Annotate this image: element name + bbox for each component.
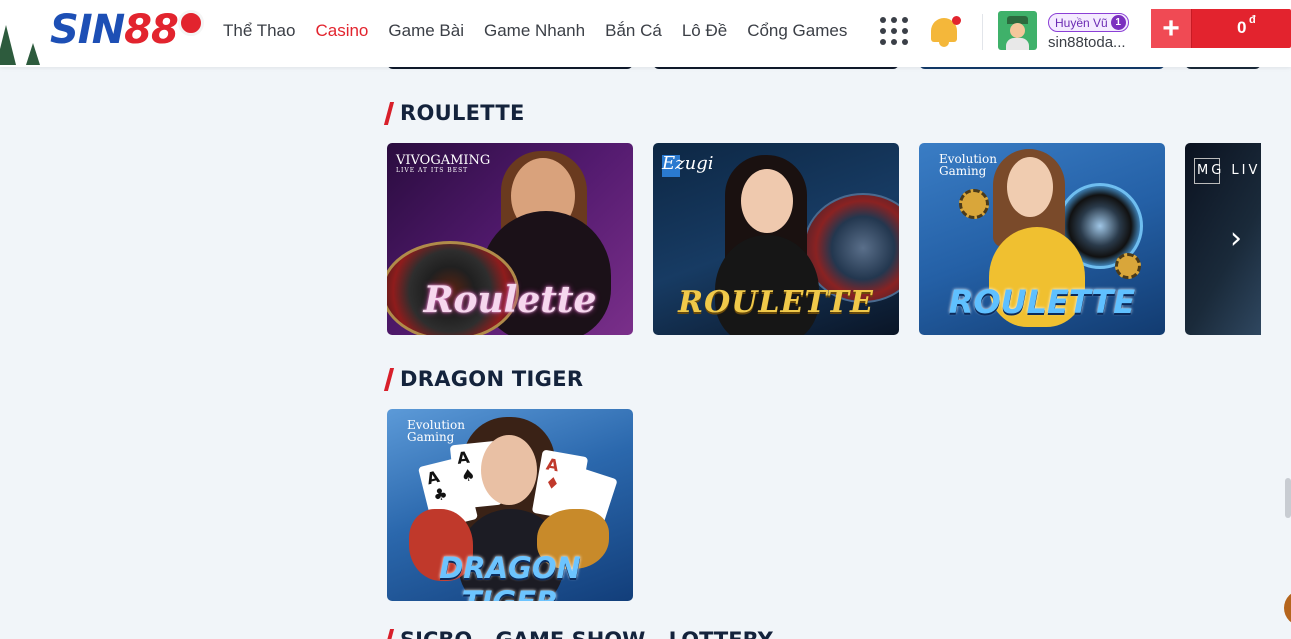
section-title-sicbo: SICBO - GAME SHOW - LOTTERY xyxy=(383,628,773,639)
nav-game-nhanh[interactable]: Game Nhanh xyxy=(484,21,585,41)
santa-icon xyxy=(178,10,204,36)
game-card-evolution-dragon-tiger[interactable]: A♣ A♠ A♦ Evolution Gaming DRAGON TIGER xyxy=(387,409,633,601)
wallet-balance: 0 xyxy=(1237,18,1247,37)
nav-ban-ca[interactable]: Bắn Cá xyxy=(605,21,662,41)
wallet-widget[interactable]: + 0 đ xyxy=(1151,9,1291,48)
game-title: ROULETTE xyxy=(948,283,1136,321)
apps-grid-icon[interactable] xyxy=(880,17,908,45)
game-title: Roulette xyxy=(423,279,597,321)
nav-casino[interactable]: Casino xyxy=(315,21,368,41)
game-card-evolution-roulette[interactable]: Evolution Gaming ROULETTE xyxy=(919,143,1165,335)
game-card-vivo-roulette[interactable]: VIVOGAMING LIVE AT ITS BEST Roulette xyxy=(387,143,633,335)
section-title-accent xyxy=(383,367,395,391)
game-title: DRAGON TIGER xyxy=(439,551,581,601)
provider-logo: Evolution Gaming xyxy=(939,152,997,178)
deposit-plus-button[interactable]: + xyxy=(1151,9,1191,48)
section-title-accent xyxy=(383,101,395,125)
section-title-roulette: ROULETTE xyxy=(383,101,525,125)
user-display-name: Huyền Vũ xyxy=(1055,15,1108,30)
casino-chip-icon xyxy=(959,189,989,219)
username[interactable]: sin88toda... xyxy=(1048,34,1126,51)
christmas-tree-icon xyxy=(26,43,40,65)
casino-chip-icon xyxy=(1115,253,1141,279)
site-logo[interactable]: SIN88 xyxy=(0,0,212,67)
scrollbar-thumb[interactable] xyxy=(1285,478,1291,518)
main-nav: Thể Thao Casino Game Bài Game Nhanh Bắn … xyxy=(223,0,847,62)
top-header: SIN88 Thể Thao Casino Game Bài Game Nhan… xyxy=(0,0,1291,67)
notification-bell-icon[interactable] xyxy=(928,14,962,48)
section-title-dragon-tiger: DRAGON TIGER xyxy=(383,367,583,391)
nav-cong-games[interactable]: Cổng Games xyxy=(747,21,847,41)
provider-logo: Evolution Gaming xyxy=(407,418,465,444)
notification-dot xyxy=(952,16,961,25)
provider-logo: MG LIV xyxy=(1197,163,1261,178)
chat-widget-icon[interactable] xyxy=(1284,590,1291,626)
user-level-badge: Huyền Vũ 1 xyxy=(1048,13,1129,32)
provider-logo: Ezugi xyxy=(662,153,714,174)
header-divider xyxy=(982,14,983,50)
nav-the-thao[interactable]: Thể Thao xyxy=(223,21,295,41)
provider-logo: VIVOGAMING xyxy=(396,153,491,168)
avatar[interactable] xyxy=(998,11,1037,50)
section-title-accent xyxy=(383,628,395,639)
game-title: ROULETTE xyxy=(678,285,874,320)
carousel-next-icon[interactable]: › xyxy=(1223,222,1249,256)
wallet-currency: đ xyxy=(1249,14,1256,26)
nav-game-bai[interactable]: Game Bài xyxy=(388,21,464,41)
logo-wordmark: SIN88 xyxy=(50,7,179,53)
user-level: 1 xyxy=(1110,15,1126,30)
game-card-ezugi-roulette[interactable]: Ezugi ROULETTE xyxy=(653,143,899,335)
nav-lo-de[interactable]: Lô Đề xyxy=(682,21,727,41)
christmas-tree-icon xyxy=(0,25,16,65)
provider-tagline: LIVE AT ITS BEST xyxy=(396,167,469,174)
